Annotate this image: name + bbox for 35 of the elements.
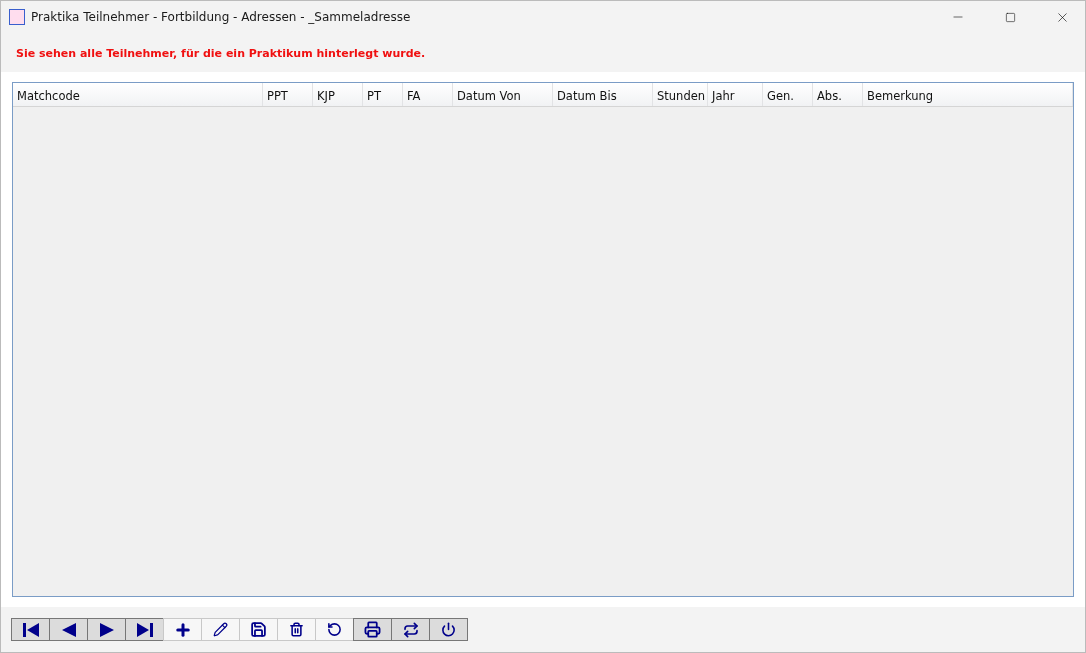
column-header[interactable]: Gen. [763,83,813,106]
triangle-left-icon [60,621,77,638]
power-button[interactable] [429,618,468,641]
column-header[interactable]: KJP [313,83,363,106]
printer-icon [364,621,381,638]
column-header[interactable]: Bemerkung [863,83,1073,106]
maximize-icon [1004,11,1016,23]
triangle-right-icon [98,621,115,638]
first-button[interactable] [11,618,50,641]
column-header[interactable]: Stunden [653,83,708,106]
print-button[interactable] [353,618,392,641]
app-logo-icon [9,9,25,25]
last-button[interactable] [125,618,164,641]
column-header[interactable]: Matchcode [13,83,263,106]
column-header[interactable]: Datum Bis [553,83,653,106]
info-message: Sie sehen alle Teilnehmer, für die ein Praktikum hinterlegt wurde. [15,46,427,62]
plus-icon [173,620,192,639]
column-header[interactable]: FA [403,83,453,106]
column-header[interactable]: PT [363,83,403,106]
swap-arrows-icon [402,621,419,638]
trash-icon [289,622,304,637]
refresh-icon [327,622,342,637]
pencil-icon [213,622,228,637]
power-icon [441,622,456,637]
previous-button[interactable] [49,618,88,641]
window-title: Praktika Teilnehmer - Fortbildung - Adressen - _Sammeladresse [31,10,412,24]
swap-button[interactable] [391,618,430,641]
skip-to-last-icon [135,621,154,638]
column-header[interactable]: PPT [263,83,313,106]
save-icon [250,621,267,638]
column-header[interactable]: Jahr [708,83,763,106]
column-header[interactable]: Datum Von [453,83,553,106]
next-button[interactable] [87,618,126,641]
column-header[interactable]: Abs. [813,83,863,106]
skip-to-first-icon [21,621,40,638]
